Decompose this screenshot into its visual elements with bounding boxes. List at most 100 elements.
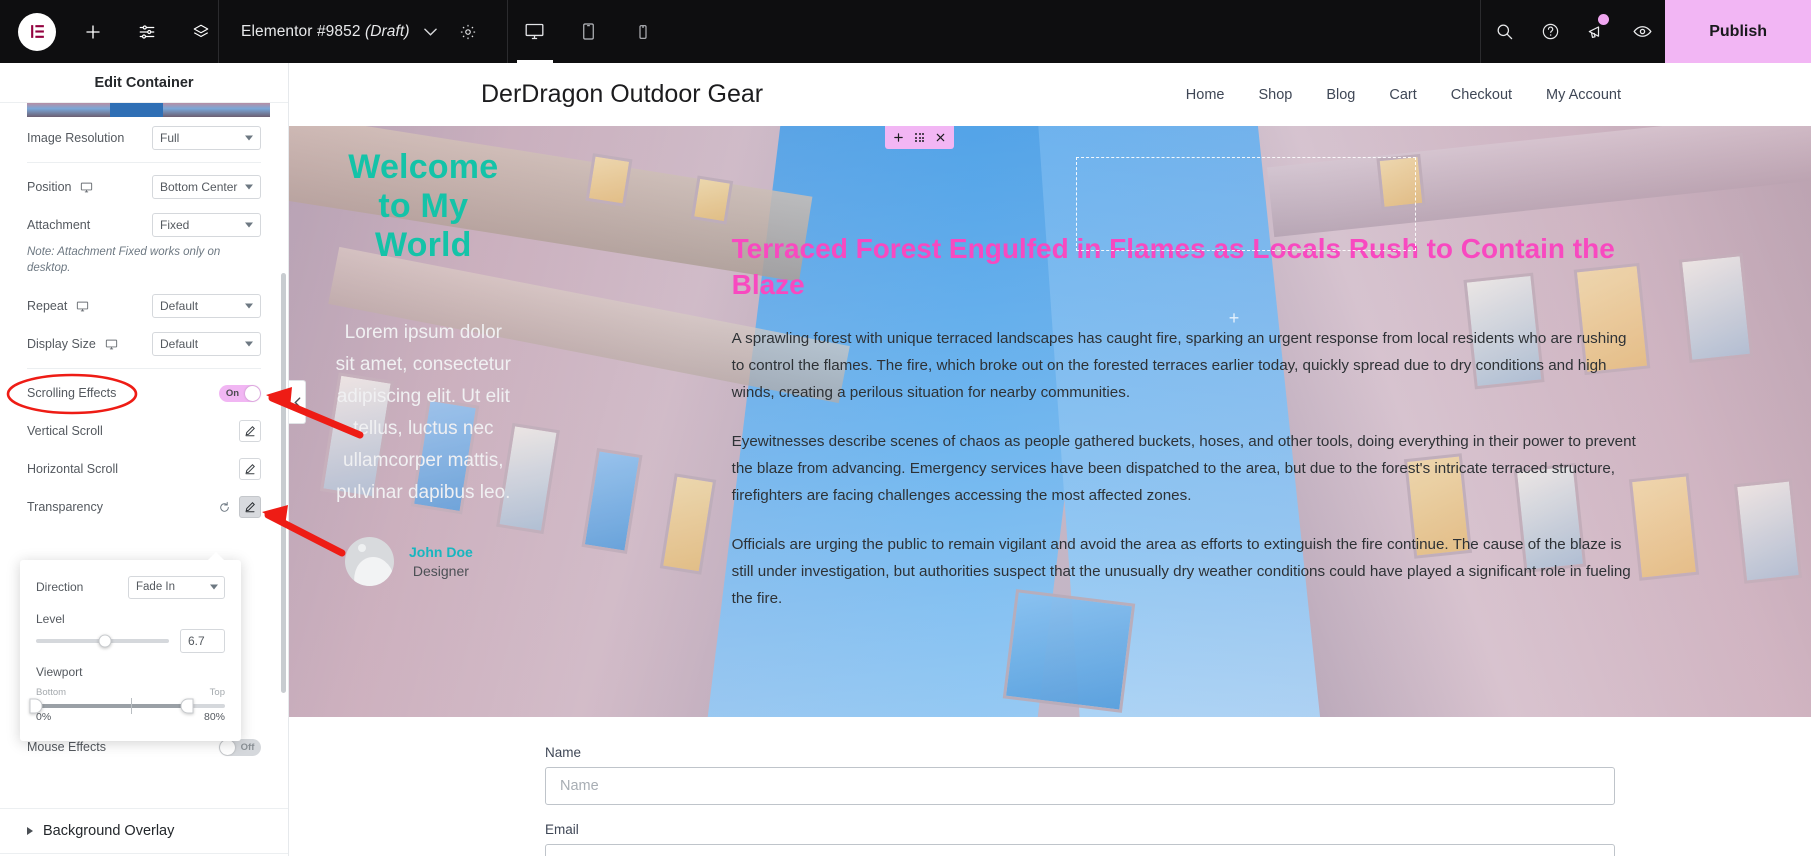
popover-direction-row: Direction Fade In	[36, 574, 225, 600]
control-image-resolution: Image Resolution Full	[0, 119, 288, 157]
horizontal-scroll-edit-button[interactable]	[239, 458, 261, 480]
panel-divider-2	[27, 368, 261, 369]
author-block: John Doe Designer	[333, 537, 514, 586]
position-select[interactable]: Bottom Center	[152, 175, 261, 199]
sliders-icon[interactable]	[130, 15, 164, 49]
notification-dot	[1598, 14, 1610, 25]
add-element-marker-icon[interactable]: +	[1226, 309, 1242, 327]
plus-icon[interactable]	[76, 15, 110, 49]
select-value: Bottom Center	[160, 180, 238, 194]
publish-button[interactable]: Publish	[1665, 0, 1811, 63]
drag-dots-icon[interactable]	[915, 132, 925, 143]
email-input[interactable]	[545, 844, 1615, 856]
control-horizontal-scroll: Horizontal Scroll	[0, 450, 288, 488]
direction-label: Direction	[36, 580, 84, 594]
viewport-min-label: Bottom	[36, 687, 67, 698]
hero-content: Welcome to My World Lorem ipsum dolor si…	[289, 126, 1811, 717]
control-position: Position Bottom Center	[0, 168, 288, 206]
chevron-down-icon	[245, 135, 253, 141]
control-label: Image Resolution	[27, 131, 125, 145]
section-background-overlay[interactable]: Background Overlay	[0, 808, 288, 853]
chevron-down-icon	[245, 341, 253, 347]
panel-collapse-button[interactable]	[289, 380, 306, 424]
device-mobile-button[interactable]	[616, 0, 670, 63]
attachment-note: Note: Attachment Fixed works only on des…	[27, 246, 221, 274]
chevron-left-icon	[293, 396, 300, 408]
layers-icon[interactable]	[184, 15, 218, 49]
attachment-select[interactable]: Fixed	[152, 213, 261, 237]
article-paragraph: Eyewitnesses describe scenes of chaos as…	[731, 433, 1636, 504]
vertical-scroll-label: Vertical Scroll	[27, 424, 103, 438]
viewport-range-fill	[36, 704, 188, 708]
device-desktop-button[interactable]	[508, 0, 562, 63]
eye-icon[interactable]	[1619, 0, 1665, 63]
plus-icon[interactable]	[893, 132, 904, 143]
nav-item-cart[interactable]: Cart	[1389, 87, 1416, 103]
viewport-max-handle[interactable]	[180, 698, 194, 714]
editor-canvas: DerDragon Outdoor Gear Home Shop Blog Ca…	[289, 63, 1811, 856]
nav-item-shop[interactable]: Shop	[1258, 87, 1292, 103]
panel-scrollbar[interactable]	[281, 273, 286, 693]
search-icon[interactable]	[1481, 0, 1527, 63]
question-circle-icon[interactable]	[1527, 0, 1573, 63]
editor-sidebar-panel: Edit Container Image Resolution Full Pos…	[0, 63, 289, 856]
nav-item-home[interactable]: Home	[1186, 87, 1225, 103]
image-resolution-select[interactable]: Full	[152, 126, 261, 150]
transparency-label: Transparency	[27, 500, 103, 514]
hero-container[interactable]: + Welcome to My World Lorem ipsum dolor …	[289, 126, 1811, 717]
horizontal-scroll-label: Horizontal Scroll	[27, 462, 119, 476]
document-title-text: Elementor #9852	[241, 22, 361, 40]
select-value: Fixed	[160, 218, 190, 232]
select-value: Fade In	[136, 581, 175, 593]
gear-icon[interactable]	[451, 15, 485, 49]
elementor-logo-icon[interactable]	[18, 12, 56, 51]
level-label: Level	[36, 612, 65, 626]
scrolling-effects-toggle[interactable]: On	[219, 384, 261, 402]
device-switcher	[508, 0, 670, 63]
desktop-icon[interactable]	[76, 300, 89, 313]
desktop-icon[interactable]	[80, 181, 93, 194]
device-tablet-button[interactable]	[562, 0, 616, 63]
control-label: Repeat	[27, 299, 68, 313]
author-role: Designer	[412, 562, 469, 579]
viewport-end-labels: Bottom Top	[36, 687, 225, 698]
megaphone-icon[interactable]	[1573, 0, 1619, 63]
background-image-preview[interactable]	[27, 103, 270, 117]
nav-item-my-account[interactable]: My Account	[1546, 87, 1621, 103]
panel-header: Edit Container	[0, 63, 288, 103]
topbar-left-tools	[0, 0, 218, 63]
control-label: Display Size	[27, 337, 96, 351]
chevron-right-icon	[27, 827, 33, 835]
chevron-down-icon	[245, 184, 253, 190]
viewport-range-slider[interactable]	[29, 698, 225, 714]
contact-form-section: Name Email	[289, 717, 1811, 856]
mouse-effects-toggle[interactable]: Off	[219, 738, 261, 756]
nav-item-checkout[interactable]: Checkout	[1451, 87, 1512, 103]
level-value-input[interactable]: 6.7	[180, 629, 225, 653]
chevron-down-icon[interactable]	[423, 26, 437, 38]
article-paragraph: Officials are urging the public to remai…	[731, 536, 1631, 607]
reset-icon[interactable]	[215, 498, 233, 516]
repeat-select[interactable]: Default	[152, 294, 261, 318]
name-field-label: Name	[545, 745, 582, 760]
transparency-edit-button[interactable]	[239, 496, 261, 518]
control-attachment: Attachment Fixed	[0, 206, 288, 244]
display-size-select[interactable]: Default	[152, 332, 261, 356]
welcome-heading: Welcome to My World	[348, 148, 499, 264]
nav-item-blog[interactable]: Blog	[1326, 87, 1355, 103]
document-title-area[interactable]: Elementor #9852 (Draft)	[219, 0, 507, 63]
level-slider[interactable]	[36, 634, 169, 648]
email-field-label: Email	[545, 822, 579, 837]
element-controls-handle[interactable]	[885, 126, 955, 149]
control-display-size: Display Size Default	[0, 325, 288, 363]
vertical-scroll-edit-button[interactable]	[239, 420, 261, 442]
name-input[interactable]	[545, 767, 1615, 805]
avatar-icon	[345, 537, 394, 586]
hero-left-column: Welcome to My World Lorem ipsum dolor si…	[289, 126, 542, 717]
close-icon[interactable]	[935, 132, 946, 143]
panel-body: Image Resolution Full Position Bottom Ce…	[0, 103, 288, 856]
direction-select[interactable]: Fade In	[128, 575, 225, 599]
level-slider-knob[interactable]	[98, 634, 112, 648]
scrolling-effects-label: Scrolling Effects	[27, 386, 117, 400]
desktop-icon[interactable]	[105, 338, 118, 351]
